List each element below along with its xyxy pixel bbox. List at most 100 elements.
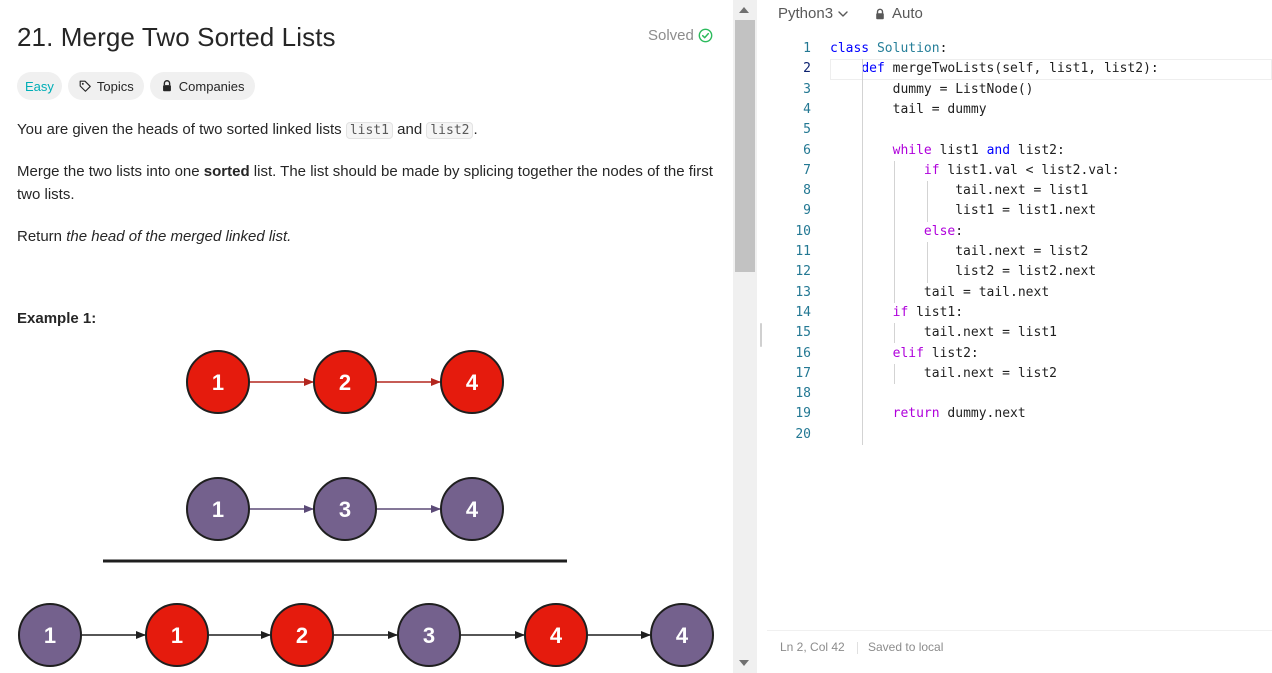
code-text: class Solution:: [830, 41, 948, 56]
code-text: tail.next = list2: [830, 365, 1057, 381]
code-text: def mergeTwoLists(self, list1, list2):: [861, 61, 1159, 77]
description-text: .: [473, 121, 478, 138]
description-scrollbar[interactable]: [733, 0, 757, 673]
editor-status-bar: Ln 2, Col 42 Saved to local: [767, 630, 1272, 666]
description-panel: 21. Merge Two Sorted Lists Solved Easy T…: [0, 0, 733, 673]
line-number: 13: [795, 284, 811, 300]
emphasis-sorted: sorted: [203, 163, 250, 180]
line-number: 2: [803, 61, 811, 77]
line-number: 19: [795, 406, 811, 422]
difficulty-badge[interactable]: Easy: [17, 72, 62, 100]
line-number: 14: [795, 304, 811, 320]
language-label: Python3: [778, 5, 834, 22]
indent-guide: [894, 323, 896, 344]
line-number: 3: [803, 81, 811, 97]
editor-toolbar: Python3 Auto: [767, 0, 1272, 30]
panel-resize-handle[interactable]: [760, 323, 762, 347]
line-number: 16: [795, 345, 811, 361]
description-text: Merge the two lists into one: [17, 163, 204, 180]
list2-node-value: 1: [212, 497, 224, 522]
topics-label: Topics: [96, 78, 134, 94]
indent-guide: [926, 242, 928, 283]
merged-node-value: 2: [296, 623, 308, 648]
merged-node-value: 4: [676, 623, 689, 648]
tag-icon: [79, 80, 91, 92]
lock-icon: [162, 80, 171, 92]
inline-code-list1: list1: [345, 122, 393, 139]
code-text: list1 = list1.next: [830, 203, 1097, 219]
line-number: 8: [803, 183, 811, 199]
list2-node-value: 4: [466, 497, 479, 522]
example-heading: Example 1:: [17, 310, 97, 327]
description-text: You are given the heads of two sorted li…: [17, 121, 346, 138]
code-text: list2 = list2.next: [830, 264, 1097, 280]
language-selector[interactable]: Python3: [778, 5, 849, 22]
save-status: Saved to local: [868, 640, 944, 654]
topics-button[interactable]: Topics: [67, 72, 144, 100]
description-paragraph-2: Merge the two lists into one sorted list…: [17, 160, 717, 206]
line-number: 6: [803, 142, 811, 158]
list1-node-value: 1: [212, 370, 224, 395]
description-text: and: [392, 121, 427, 138]
companies-label: Companies: [178, 78, 245, 94]
emphasis-return: the head of the merged linked list.: [66, 228, 292, 245]
list1-diagram: 1 2 4: [186, 350, 504, 414]
difficulty-label: Easy: [25, 78, 54, 94]
solved-label: Solved: [648, 27, 694, 44]
description-text: Return: [17, 228, 67, 245]
scrollbar-thumb[interactable]: [735, 20, 755, 272]
auto-mode-label: Auto: [892, 5, 923, 22]
description-paragraph-3: Return the head of the merged linked lis…: [17, 225, 717, 248]
code-text: return dummy.next: [892, 406, 1026, 422]
code-text: tail.next = list1: [830, 325, 1057, 341]
tag-row: Easy Topics Companies: [17, 72, 255, 100]
code-text: while list1 and list2:: [892, 142, 1065, 158]
line-number: 12: [795, 264, 811, 280]
problem-title: 21. Merge Two Sorted Lists: [17, 22, 336, 52]
code-text: tail = dummy: [830, 101, 987, 117]
line-number: 20: [795, 426, 811, 442]
merged-node-value: 3: [423, 623, 435, 648]
auto-mode-toggle[interactable]: Auto: [874, 5, 923, 22]
solved-status: Solved: [648, 27, 713, 44]
merged-node-value: 1: [44, 623, 56, 648]
line-number: 5: [803, 122, 811, 138]
line-number: 7: [803, 162, 811, 178]
indent-guide: [926, 181, 928, 222]
code-text: tail.next = list2: [830, 244, 1089, 259]
line-number: 1: [803, 41, 811, 56]
list2-node-value: 3: [339, 497, 351, 522]
code-text: if list1.val < list2.val:: [923, 162, 1120, 178]
inline-code-list2: list2: [426, 122, 474, 139]
companies-button[interactable]: Companies: [149, 72, 255, 100]
line-number: 15: [795, 325, 811, 341]
code-editor-panel: Python3 Auto 1 class Solution: 2 def merge…: [767, 0, 1272, 673]
list1-node-value: 4: [466, 370, 479, 395]
code-text: elif list2:: [892, 345, 979, 361]
merged-list-diagram: 1 1 2 3 4 4: [18, 603, 714, 667]
example-diagram: 1 2 4 1 3 4 1 1 2 3 4 4: [18, 350, 714, 667]
indent-guide: [894, 363, 896, 385]
scroll-down-arrow-icon[interactable]: [739, 660, 749, 666]
code-text: tail.next = list1: [830, 183, 1089, 199]
line-number: 4: [803, 101, 811, 117]
list1-node-value: 2: [339, 370, 351, 395]
line-number: 10: [795, 223, 811, 239]
code-text: dummy = ListNode(): [830, 81, 1034, 97]
code-text: else:: [923, 223, 964, 239]
check-circle-icon: [698, 28, 713, 43]
line-number: 17: [795, 365, 811, 381]
list2-diagram: 1 3 4: [186, 477, 504, 541]
chevron-down-icon: [838, 10, 848, 17]
description-paragraph-1: You are given the heads of two sorted li…: [17, 118, 717, 142]
code-text: if list1:: [892, 304, 964, 320]
line-number: 11: [795, 244, 811, 259]
lock-icon: [876, 8, 884, 19]
cursor-position: Ln 2, Col 42: [780, 640, 845, 654]
line-number: 18: [795, 386, 811, 402]
indent-guide: [894, 160, 896, 303]
indent-guide: [862, 79, 864, 445]
merged-node-value: 1: [171, 623, 183, 648]
merged-node-value: 4: [550, 623, 563, 648]
scroll-up-arrow-icon[interactable]: [739, 7, 749, 13]
